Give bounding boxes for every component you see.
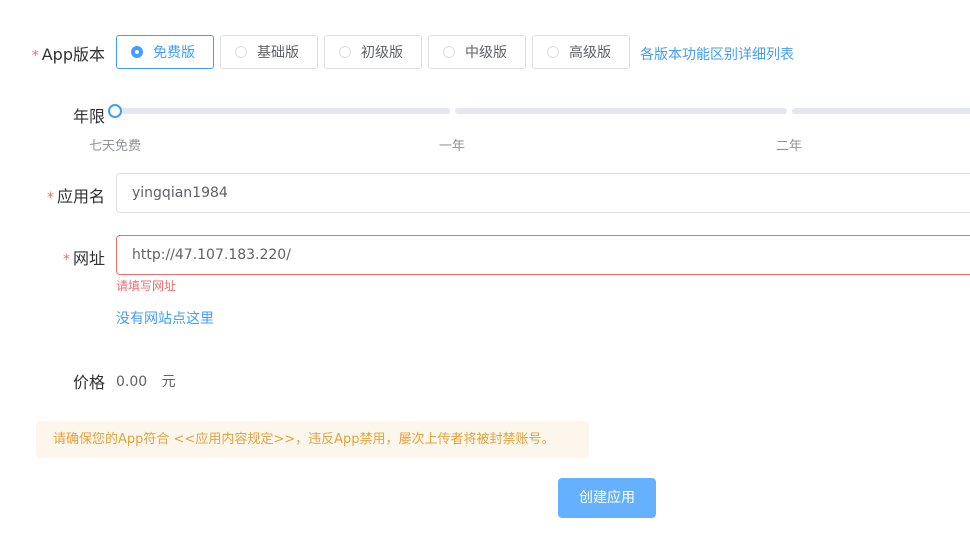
version-option-free[interactable]: 免费版 [116,35,214,69]
radio-icon [339,46,351,58]
radio-icon [443,46,455,58]
website-error-message: 请填写网址 [116,279,177,293]
slider-track-segment[interactable] [455,108,787,114]
version-option-junior[interactable]: 初级版 [324,35,422,69]
price-label: 价格 [72,373,105,392]
no-website-link[interactable]: 没有网站点这里 [116,308,214,328]
slider-tick-label: 二年 [776,139,803,154]
required-mark: * [46,190,54,206]
radio-icon [547,46,559,58]
radio-checked-icon [131,46,143,58]
version-option-label: 中级版 [465,45,507,61]
app-name-label-text: 应用名 [56,187,105,206]
version-label: * App版本 [20,41,105,65]
website-input[interactable]: http://47.107.183.220/ [116,235,970,275]
version-option-senior[interactable]: 高级版 [532,35,630,69]
years-label: 年限 [72,107,105,126]
slider-tick-label: 七天免费 [89,139,142,154]
required-mark: * [31,48,39,64]
radio-icon [235,46,247,58]
content-policy-notice: 请确保您的App符合 <<应用内容规定>>，违反App禁用，屡次上传者将被封禁账… [36,421,589,458]
price-unit: 元 [161,374,176,390]
version-compare-link[interactable]: 各版本功能区别详细列表 [640,44,794,64]
version-label-text: App版本 [41,45,105,64]
version-option-label: 免费版 [153,45,195,61]
slider-track-segment[interactable] [116,108,450,114]
slider-track-segment[interactable] [792,108,970,114]
price-value: 0.00 元 [116,371,176,391]
price-amount: 0.00 [116,374,148,390]
version-option-label: 高级版 [569,45,611,61]
version-option-label: 初级版 [361,45,403,61]
create-app-button[interactable]: 创建应用 [558,478,656,518]
version-option-middle[interactable]: 中级版 [428,35,526,69]
slider-tick-label: 一年 [439,139,466,154]
website-label: * 网址 [20,245,105,269]
version-option-basic[interactable]: 基础版 [220,35,318,69]
slider-handle[interactable] [108,104,122,118]
app-name-input[interactable]: yingqian1984 [116,173,970,213]
required-mark: * [62,252,70,268]
website-label-text: 网址 [72,249,105,268]
app-name-label: * 应用名 [20,183,105,207]
version-option-label: 基础版 [257,45,299,61]
